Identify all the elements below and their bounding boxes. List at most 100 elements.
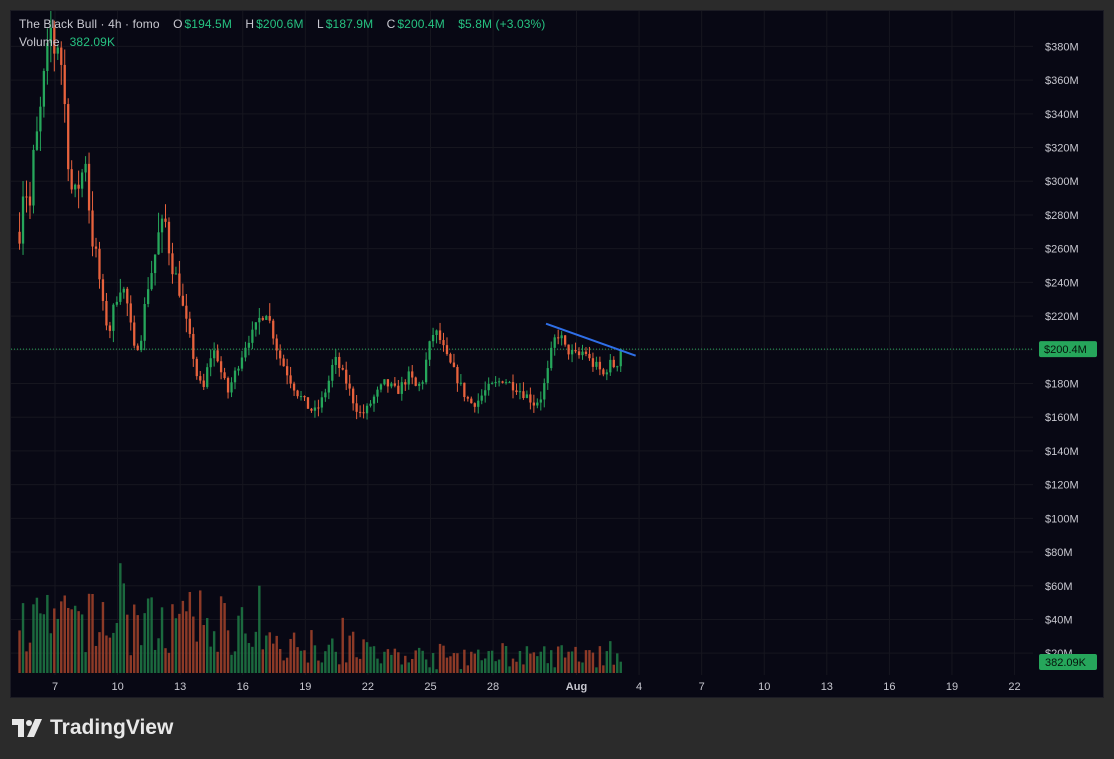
candle-body[interactable]: [105, 300, 108, 326]
candle-body[interactable]: [126, 288, 129, 304]
candle-body[interactable]: [94, 246, 98, 249]
candle-body[interactable]: [550, 347, 553, 369]
candle-body[interactable]: [296, 390, 299, 397]
candle-body[interactable]: [91, 210, 94, 247]
candle-body[interactable]: [570, 350, 574, 355]
candle-body[interactable]: [487, 383, 490, 391]
candle-body[interactable]: [407, 371, 410, 385]
candle-body[interactable]: [591, 358, 595, 367]
candle-body[interactable]: [445, 345, 449, 355]
candle-body[interactable]: [63, 64, 66, 105]
candle-body[interactable]: [199, 376, 202, 381]
candle-body[interactable]: [195, 358, 198, 377]
candle-body[interactable]: [143, 303, 146, 341]
candle-body[interactable]: [438, 330, 442, 341]
candle-body[interactable]: [285, 366, 289, 376]
candle-body[interactable]: [539, 399, 542, 403]
candle-body[interactable]: [237, 368, 240, 371]
candle-body[interactable]: [369, 403, 372, 406]
candle-body[interactable]: [501, 381, 504, 383]
candle-body[interactable]: [60, 47, 63, 65]
candle-body[interactable]: [226, 378, 230, 393]
candle-body[interactable]: [383, 379, 386, 385]
candle-body[interactable]: [511, 382, 515, 391]
candle-body[interactable]: [452, 362, 456, 367]
candle-body[interactable]: [543, 383, 546, 400]
candle-body[interactable]: [108, 325, 112, 331]
candle-body[interactable]: [477, 400, 480, 407]
candle-body[interactable]: [119, 292, 122, 302]
trendline[interactable]: [545, 322, 637, 357]
candle-body[interactable]: [324, 392, 327, 398]
candle-body[interactable]: [153, 254, 157, 274]
candle-body[interactable]: [80, 172, 84, 189]
candle-body[interactable]: [122, 288, 125, 293]
candle-body[interactable]: [306, 397, 310, 409]
candle-body[interactable]: [275, 338, 278, 351]
candle-body[interactable]: [299, 396, 303, 398]
candle-body[interactable]: [233, 370, 237, 383]
candle-body[interactable]: [536, 402, 539, 406]
candle-body[interactable]: [261, 317, 264, 320]
candle-body[interactable]: [546, 368, 549, 384]
candle-body[interactable]: [282, 358, 285, 367]
candle-body[interactable]: [219, 361, 223, 373]
candle-body[interactable]: [557, 337, 560, 339]
candle-body[interactable]: [320, 397, 324, 408]
candle-body[interactable]: [484, 390, 487, 396]
candle-body[interactable]: [414, 377, 417, 386]
price-chart-svg[interactable]: $20M$40M$60M$80M$100M$120M$140M$160M$180…: [11, 11, 1104, 698]
candle-body[interactable]: [421, 382, 424, 384]
candle-body[interactable]: [365, 405, 369, 414]
candle-body[interactable]: [404, 382, 407, 385]
candle-body[interactable]: [216, 350, 219, 362]
candle-body[interactable]: [345, 369, 348, 384]
candle-body[interactable]: [574, 350, 577, 352]
candle-body[interactable]: [494, 381, 497, 384]
candle-body[interactable]: [21, 196, 25, 244]
candle-body[interactable]: [230, 382, 233, 393]
candle-body[interactable]: [348, 383, 351, 389]
candle-body[interactable]: [376, 389, 379, 397]
candle-body[interactable]: [532, 402, 536, 406]
candle-body[interactable]: [67, 104, 70, 170]
candle-body[interactable]: [213, 350, 216, 359]
candle-body[interactable]: [87, 163, 91, 211]
candle-body[interactable]: [616, 366, 619, 368]
candle-body[interactable]: [612, 359, 615, 368]
candle-body[interactable]: [146, 289, 150, 304]
candle-body[interactable]: [463, 382, 466, 398]
candle-body[interactable]: [449, 354, 452, 363]
candle-body[interactable]: [115, 301, 119, 305]
candle-body[interactable]: [77, 184, 80, 189]
candle-body[interactable]: [289, 375, 292, 384]
candle-body[interactable]: [251, 329, 254, 343]
candle-body[interactable]: [598, 361, 602, 370]
candle-body[interactable]: [70, 169, 73, 190]
candle-body[interactable]: [331, 364, 334, 381]
candle-body[interactable]: [466, 397, 469, 399]
candle-body[interactable]: [164, 218, 167, 222]
candle-body[interactable]: [174, 273, 178, 275]
chart-container[interactable]: $20M$40M$60M$80M$100M$120M$140M$160M$180…: [10, 10, 1104, 698]
candle-body[interactable]: [428, 341, 431, 360]
candle-body[interactable]: [577, 351, 581, 356]
candle-body[interactable]: [258, 317, 261, 323]
candle-body[interactable]: [525, 394, 529, 398]
candle-body[interactable]: [268, 316, 271, 321]
candle-body[interactable]: [279, 350, 282, 359]
candle-body[interactable]: [515, 390, 518, 393]
candle-body[interactable]: [181, 295, 185, 306]
candle-body[interactable]: [25, 196, 28, 198]
candle-body[interactable]: [338, 356, 341, 369]
candle-body[interactable]: [244, 347, 247, 358]
candle-body[interactable]: [303, 396, 306, 398]
candle-body[interactable]: [529, 394, 532, 403]
candle-body[interactable]: [150, 273, 153, 290]
candle-body[interactable]: [247, 342, 251, 348]
candle-body[interactable]: [560, 335, 563, 339]
candle-body[interactable]: [136, 345, 139, 351]
candle-body[interactable]: [358, 411, 362, 413]
candle-body[interactable]: [206, 367, 209, 387]
candle-body[interactable]: [609, 359, 612, 373]
